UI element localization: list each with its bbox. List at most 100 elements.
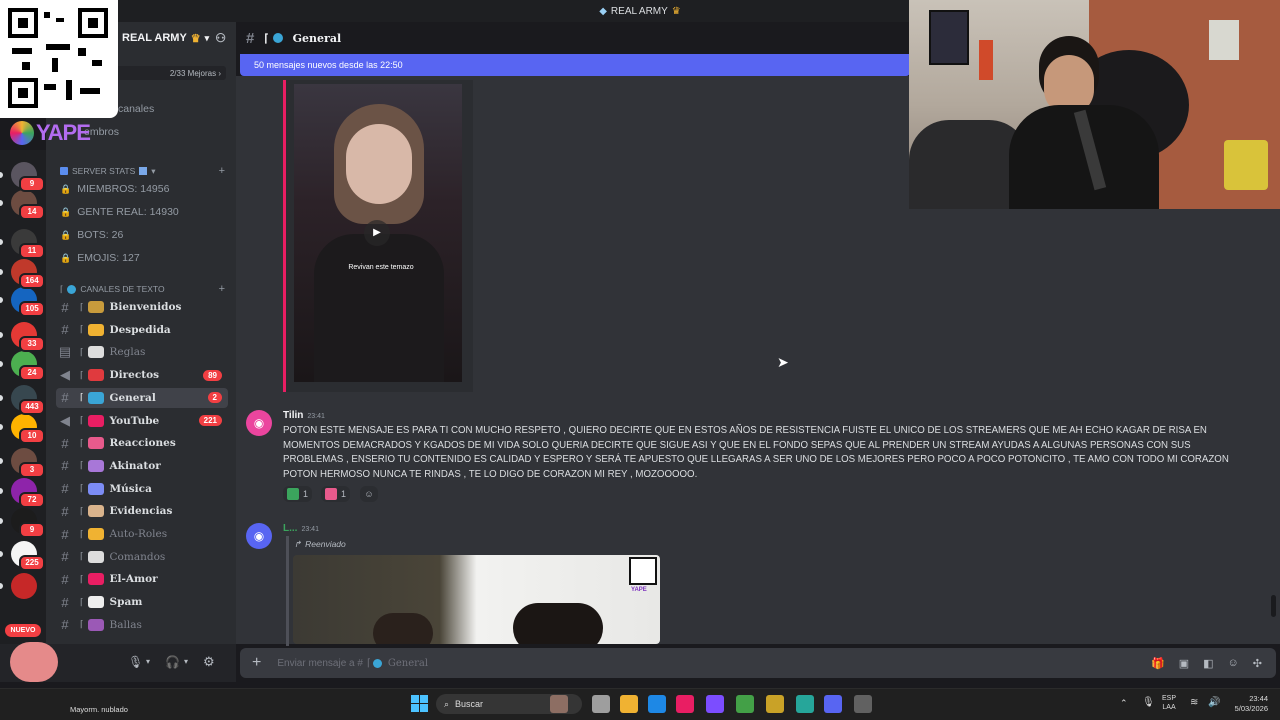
discord-icon[interactable] — [824, 695, 842, 713]
apps-icon[interactable]: ✣ — [1253, 657, 1262, 670]
bracket-icon: ⌈ — [80, 415, 84, 425]
channel-directos[interactable]: ◀ ⌈ Directos 89 — [56, 365, 228, 385]
channel-m-sica[interactable]: # ⌈ Música — [56, 479, 228, 499]
channel-evidencias[interactable]: # ⌈ Evidencias — [56, 501, 228, 521]
channel-comandos[interactable]: # ⌈ Comandos — [56, 547, 228, 567]
globe-icon — [67, 284, 77, 294]
server-icon[interactable] — [11, 573, 37, 599]
stat-channel[interactable]: 🔒 EMOJIS: 127 — [60, 252, 140, 264]
forward-line — [286, 536, 289, 646]
taskview-icon[interactable] — [592, 695, 610, 713]
chevron-down-icon[interactable]: ▾ — [184, 657, 188, 666]
reaction-chip[interactable]: 1 — [321, 486, 351, 502]
copilot-icon[interactable] — [706, 695, 724, 713]
browse-channels-link[interactable]: canales — [118, 103, 154, 115]
add-attachment-icon[interactable]: + — [252, 654, 261, 672]
headphones-icon[interactable]: 🎧 — [165, 655, 180, 669]
reaction-count: 1 — [341, 489, 347, 499]
lock-icon: 🔒 — [60, 229, 72, 240]
channel-label: Reglas — [109, 346, 146, 359]
message-body: POTON ESTE MENSAJE ES PARA TI CON MUCHO … — [283, 425, 1229, 481]
discord-avatar[interactable]: ◉ — [246, 410, 272, 436]
widgets-icon[interactable] — [550, 695, 568, 713]
play-icon[interactable]: ▶ — [364, 220, 390, 246]
gear-icon[interactable]: ⚙ — [203, 654, 215, 670]
speaker-icon[interactable]: 🔊 — [1208, 697, 1220, 708]
windows-start-icon[interactable] — [411, 695, 428, 712]
smiley-icon: ☺ — [364, 489, 374, 499]
stat-label: GENTE REAL: 14930 — [77, 206, 179, 218]
server-mention-badge: 105 — [19, 301, 45, 317]
character-shape — [10, 642, 58, 682]
mouse-cursor-icon: ➤ — [777, 354, 789, 370]
chevron-up-icon[interactable]: ⌃ — [1120, 698, 1128, 709]
microphone-icon[interactable]: 🎙 — [1142, 697, 1155, 708]
channel-label: Música — [109, 482, 152, 495]
search-label: Buscar — [455, 699, 484, 709]
server-mention-badge: 33 — [19, 336, 45, 352]
language-indicator[interactable]: ESP LAA — [1162, 694, 1176, 712]
server-mention-badge: 11 — [19, 243, 45, 259]
server-name: REAL ARMY — [122, 32, 187, 44]
microphone-icon[interactable]: 🎙 — [128, 655, 143, 669]
channel-emoji-icon — [87, 414, 104, 427]
gift-icon[interactable]: 🎁 — [1151, 657, 1165, 670]
channel-despedida[interactable]: # ⌈ Despedida — [56, 320, 228, 340]
snipping-icon[interactable] — [676, 695, 694, 713]
channel-emoji-icon — [87, 301, 104, 313]
channel-bienvenidos[interactable]: # ⌈ Bienvenidos — [56, 297, 228, 317]
stat-label: MIEMBROS: 14956 — [77, 183, 170, 195]
add-channel-icon[interactable]: + — [219, 283, 225, 295]
channel-reacciones[interactable]: # ⌈ Reacciones — [56, 433, 228, 453]
discord-avatar[interactable]: ◉ — [246, 523, 272, 549]
chart-icon — [139, 167, 148, 175]
clock[interactable]: 23:44 5/03/2026 — [1226, 694, 1268, 714]
unread-badge: 2 — [207, 392, 222, 404]
category-server-stats[interactable]: SERVER STATS ▾ + — [60, 165, 225, 177]
forwarded-image[interactable]: YAPE — [293, 555, 660, 644]
yape-qr-overlay — [0, 0, 118, 118]
server-mention-badge: 225 — [19, 555, 45, 571]
message-composer[interactable]: + Enviar mensaje a # ⌈ General 🎁 ▣ ◧ ☺ ✣ — [240, 648, 1276, 678]
gif-icon[interactable]: ▣ — [1179, 657, 1189, 670]
channel-spam[interactable]: # ⌈ Spam — [56, 592, 228, 612]
message-author[interactable]: Tilin — [283, 410, 303, 421]
category-text-channels[interactable]: ⌈ CANALES DE TEXTO + — [60, 283, 225, 295]
channel-akinator[interactable]: # ⌈ Akinator — [56, 456, 228, 476]
chrome-dev-icon[interactable] — [796, 695, 814, 713]
stat-channel[interactable]: 🔒 BOTS: 26 — [60, 229, 123, 241]
globe-icon — [272, 33, 283, 43]
channel-reglas[interactable]: ▤ ⌈ Reglas — [56, 342, 228, 362]
scrollbar-thumb[interactable] — [1271, 595, 1276, 617]
channel-el-amor[interactable]: # ⌈ El-Amor — [56, 569, 228, 589]
weather-label[interactable]: Mayorm. nublado — [70, 705, 128, 714]
emoji-icon[interactable]: ☺ — [1228, 657, 1239, 670]
wifi-icon[interactable]: ≋ — [1190, 697, 1198, 708]
stat-channel[interactable]: 🔒 MIEMBROS: 14956 — [60, 183, 169, 195]
hash-icon: # — [61, 458, 69, 474]
chevron-down-icon[interactable]: ▾ — [146, 657, 150, 666]
can-object — [1224, 140, 1268, 190]
invite-member-icon[interactable]: ⚇ — [215, 31, 226, 45]
channel-ballas[interactable]: # ⌈ Ballas — [56, 615, 228, 635]
server-mention-badge: 9 — [19, 522, 45, 538]
stat-channel[interactable]: 🔒 GENTE REAL: 14930 — [60, 206, 179, 218]
rules-icon: ▤ — [58, 344, 72, 360]
new-messages-banner[interactable]: 50 mensajes nuevos desde las 22:50 — [240, 54, 910, 76]
add-reaction-button[interactable]: ☺ — [360, 486, 378, 502]
channel-youtube[interactable]: ◀ ⌈ YouTube 221 — [56, 411, 228, 431]
app-icon[interactable] — [766, 695, 784, 713]
channel-auto-roles[interactable]: # ⌈ Auto-Roles — [56, 524, 228, 544]
person-figure — [513, 603, 603, 644]
add-channel-icon[interactable]: + — [219, 165, 225, 177]
channel-general[interactable]: # ⌈ General 2 — [56, 387, 228, 408]
video-thumbnail[interactable]: ▶ Revivan este temazo — [294, 84, 462, 382]
edge-icon[interactable] — [648, 695, 666, 713]
obs-icon[interactable] — [854, 695, 872, 713]
file-explorer-icon[interactable] — [620, 695, 638, 713]
reaction-chip[interactable]: 1 — [283, 486, 313, 502]
hash-icon: # — [61, 571, 69, 587]
message-author[interactable]: L... — [283, 523, 297, 534]
chrome-icon[interactable] — [736, 695, 754, 713]
sticker-icon[interactable]: ◧ — [1203, 657, 1213, 670]
